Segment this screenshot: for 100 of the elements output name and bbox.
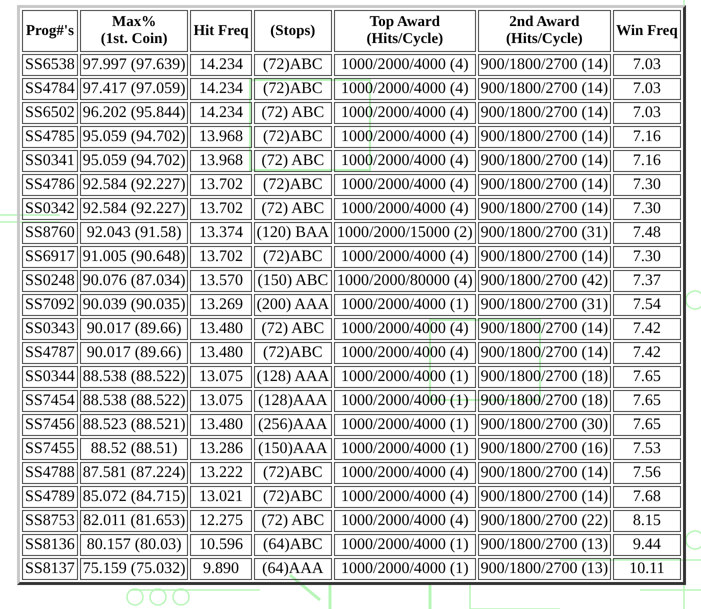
table-cell: 7.03: [613, 54, 681, 76]
table-cell: 900/1800/2700 (31): [478, 294, 612, 316]
table-cell: 1000/2000/4000 (4): [334, 102, 476, 124]
table-cell: 88.538 (88.522): [80, 390, 188, 412]
table-cell: 87.581 (87.224): [80, 462, 188, 484]
table-cell: 14.234: [190, 102, 252, 124]
table-cell: 1000/2000/4000 (4): [334, 510, 476, 532]
table-cell: 7.16: [613, 150, 681, 172]
table-cell: 10.596: [190, 534, 252, 556]
table-cell: 13.286: [190, 438, 252, 460]
table-cell: 14.234: [190, 78, 252, 100]
table-cell: (72)ABC: [254, 126, 332, 148]
table-cell: 80.157 (80.03): [80, 534, 188, 556]
table-cell: 7.68: [613, 486, 681, 508]
table-cell: 7.53: [613, 438, 681, 460]
table-cell: 1000/2000/4000 (4): [334, 150, 476, 172]
table-cell: 1000/2000/4000 (4): [334, 486, 476, 508]
table-cell: SS6917: [22, 246, 78, 268]
table-cell: 92.584 (92.227): [80, 198, 188, 220]
table-cell: 88.523 (88.521): [80, 414, 188, 436]
table-cell: 900/1800/2700 (14): [478, 174, 612, 196]
table-cell: (72)ABC: [254, 174, 332, 196]
table-cell: 9.890: [190, 558, 252, 580]
column-header: Hit Freq: [190, 10, 252, 52]
table-cell: 97.997 (97.639): [80, 54, 188, 76]
table-cell: 13.222: [190, 462, 252, 484]
table-cell: (72)ABC: [254, 486, 332, 508]
table-cell: 7.65: [613, 390, 681, 412]
table-cell: 7.30: [613, 174, 681, 196]
table-cell: 7.37: [613, 270, 681, 292]
table-cell: 7.30: [613, 198, 681, 220]
table-cell: 7.30: [613, 246, 681, 268]
table-cell: SS6502: [22, 102, 78, 124]
table-cell: 900/1800/2700 (31): [478, 222, 612, 244]
table-cell: (128)AAA: [254, 390, 332, 412]
table-cell: 7.03: [613, 78, 681, 100]
table-cell: 1000/2000/4000 (4): [334, 246, 476, 268]
table-cell: 900/1800/2700 (14): [478, 318, 612, 340]
table-cell: 95.059 (94.702): [80, 150, 188, 172]
table-cell: 13.269: [190, 294, 252, 316]
table-cell: (256)AAA: [254, 414, 332, 436]
table-cell: 14.234: [190, 54, 252, 76]
table-cell: 7.54: [613, 294, 681, 316]
table-cell: SS0248: [22, 270, 78, 292]
table-cell: 900/1800/2700 (14): [478, 246, 612, 268]
table-cell: 900/1800/2700 (14): [478, 462, 612, 484]
table-cell: (72) ABC: [254, 102, 332, 124]
table-cell: 900/1800/2700 (13): [478, 534, 612, 556]
table-cell: 96.202 (95.844): [80, 102, 188, 124]
table-cell: 7.42: [613, 342, 681, 364]
table-cell: SS4787: [22, 342, 78, 364]
table-cell: 1000/2000/4000 (1): [334, 414, 476, 436]
table-cell: 1000/2000/4000 (1): [334, 438, 476, 460]
table-cell: 13.480: [190, 414, 252, 436]
table-cell: 1000/2000/4000 (1): [334, 558, 476, 580]
table-cell: 900/1800/2700 (16): [478, 438, 612, 460]
table-cell: 1000/2000/4000 (1): [334, 294, 476, 316]
table-cell: 1000/2000/4000 (1): [334, 366, 476, 388]
table-cell: (64)AAA: [254, 558, 332, 580]
column-header: Max% (1st. Coin): [80, 10, 188, 52]
table-cell: 7.56: [613, 462, 681, 484]
table-cell: (72) ABC: [254, 510, 332, 532]
table-cell: 1000/2000/4000 (4): [334, 318, 476, 340]
table-cell: 900/1800/2700 (30): [478, 414, 612, 436]
table-cell: 13.075: [190, 366, 252, 388]
table-cell: 1000/2000/15000 (2): [334, 222, 476, 244]
table-cell: 900/1800/2700 (14): [478, 78, 612, 100]
table-cell: 13.968: [190, 150, 252, 172]
table-cell: 900/1800/2700 (18): [478, 366, 612, 388]
table-cell: 82.011 (81.653): [80, 510, 188, 532]
table-cell: SS0342: [22, 198, 78, 220]
table-cell: 75.159 (75.032): [80, 558, 188, 580]
table-cell: 900/1800/2700 (14): [478, 54, 612, 76]
table-cell: (120) BAA: [254, 222, 332, 244]
table-cell: SS0341: [22, 150, 78, 172]
table-cell: SS4784: [22, 78, 78, 100]
column-header: Prog#'s: [22, 10, 78, 52]
table-cell: 7.16: [613, 126, 681, 148]
column-header: (Stops): [254, 10, 332, 52]
table-cell: (72) ABC: [254, 198, 332, 220]
table-cell: 95.059 (94.702): [80, 126, 188, 148]
table-cell: 13.702: [190, 198, 252, 220]
table-cell: SS8753: [22, 510, 78, 532]
table-cell: 9.44: [613, 534, 681, 556]
table-cell: (72) ABC: [254, 150, 332, 172]
table-cell: 13.480: [190, 342, 252, 364]
table-cell: 7.03: [613, 102, 681, 124]
table-cell: 90.017 (89.66): [80, 342, 188, 364]
table-cell: 900/1800/2700 (13): [478, 558, 612, 580]
table-cell: 1000/2000/4000 (4): [334, 198, 476, 220]
table-cell: (72)ABC: [254, 54, 332, 76]
table-cell: (150)AAA: [254, 438, 332, 460]
table-cell: 900/1800/2700 (14): [478, 486, 612, 508]
table-cell: SS8136: [22, 534, 78, 556]
table-cell: 7.42: [613, 318, 681, 340]
table-cell: (72)ABC: [254, 246, 332, 268]
table-cell: 900/1800/2700 (14): [478, 342, 612, 364]
table-cell: (72)ABC: [254, 462, 332, 484]
table-cell: 13.374: [190, 222, 252, 244]
table-cell: SS0343: [22, 318, 78, 340]
